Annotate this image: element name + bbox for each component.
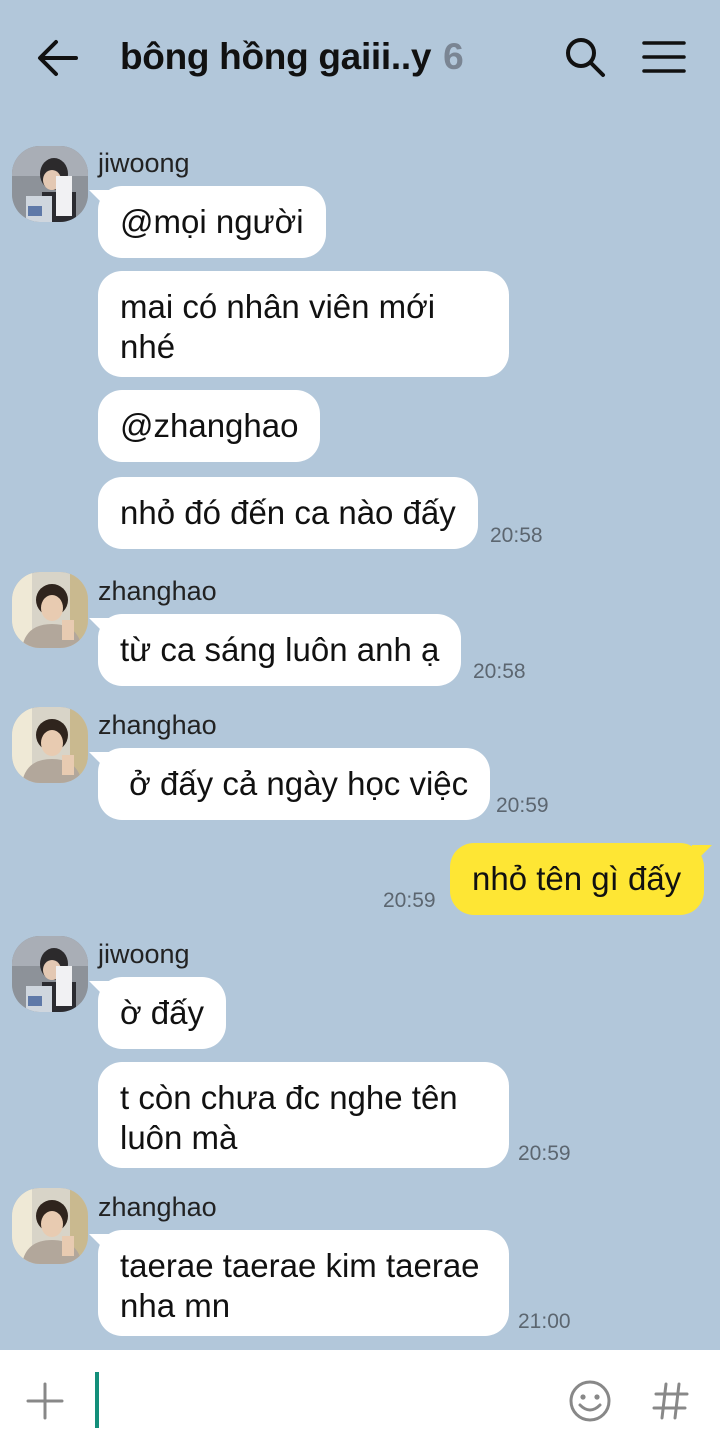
chat-title: bông hồng gaiii..y 6 (120, 36, 464, 78)
text-cursor (95, 1372, 99, 1428)
sender-name: jiwoong (98, 939, 190, 969)
message-bubble[interactable]: taerae taerae kim taerae nha mn (98, 1230, 509, 1336)
chat-header: bông hồng gaiii..y 6 (0, 0, 720, 118)
avatar[interactable] (12, 936, 88, 1012)
hamburger-menu-icon[interactable] (642, 40, 686, 74)
message-time: 20:59 (383, 889, 436, 912)
message-bubble[interactable]: từ ca sáng luôn anh ạ (98, 614, 462, 686)
message-bubble[interactable]: nhỏ đó đến ca nào đấy (98, 477, 478, 549)
message-time: 20:58 (490, 524, 543, 547)
message-input-bar (0, 1350, 720, 1456)
sender-name: zhanghao (98, 1192, 217, 1222)
avatar[interactable] (12, 707, 88, 783)
message-bubble[interactable]: ờ đấy (98, 977, 227, 1049)
plus-icon[interactable] (26, 1382, 64, 1420)
sender-name: zhanghao (98, 576, 217, 606)
avatar[interactable] (12, 146, 88, 222)
avatar[interactable] (12, 572, 88, 648)
message-input[interactable] (100, 1370, 540, 1430)
sender-name: jiwoong (98, 148, 190, 178)
member-count: 6 (443, 36, 464, 77)
message-time: 21:00 (518, 1310, 571, 1333)
my-message-bubble[interactable]: nhỏ tên gì đấy (450, 843, 704, 915)
chat-title-text: bông hồng gaiii..y (120, 36, 432, 77)
message-bubble[interactable]: @mọi người (98, 186, 326, 258)
message-time: 20:58 (473, 660, 526, 683)
message-bubble[interactable]: ở đấy cả ngày học việc (98, 748, 491, 820)
message-time: 20:59 (518, 1142, 571, 1165)
message-bubble[interactable]: mai có nhân viên mới nhé (98, 271, 509, 377)
message-bubble[interactable]: @zhanghao (98, 390, 321, 462)
avatar[interactable] (12, 1188, 88, 1264)
smiley-icon[interactable] (568, 1379, 612, 1423)
message-bubble[interactable]: t còn chưa đc nghe tên luôn mà (98, 1062, 509, 1168)
search-icon[interactable] (564, 36, 606, 78)
arrow-left-icon[interactable] (36, 38, 78, 78)
sender-name: zhanghao (98, 710, 217, 740)
hash-icon[interactable] (652, 1381, 690, 1421)
message-time: 20:59 (496, 794, 549, 817)
